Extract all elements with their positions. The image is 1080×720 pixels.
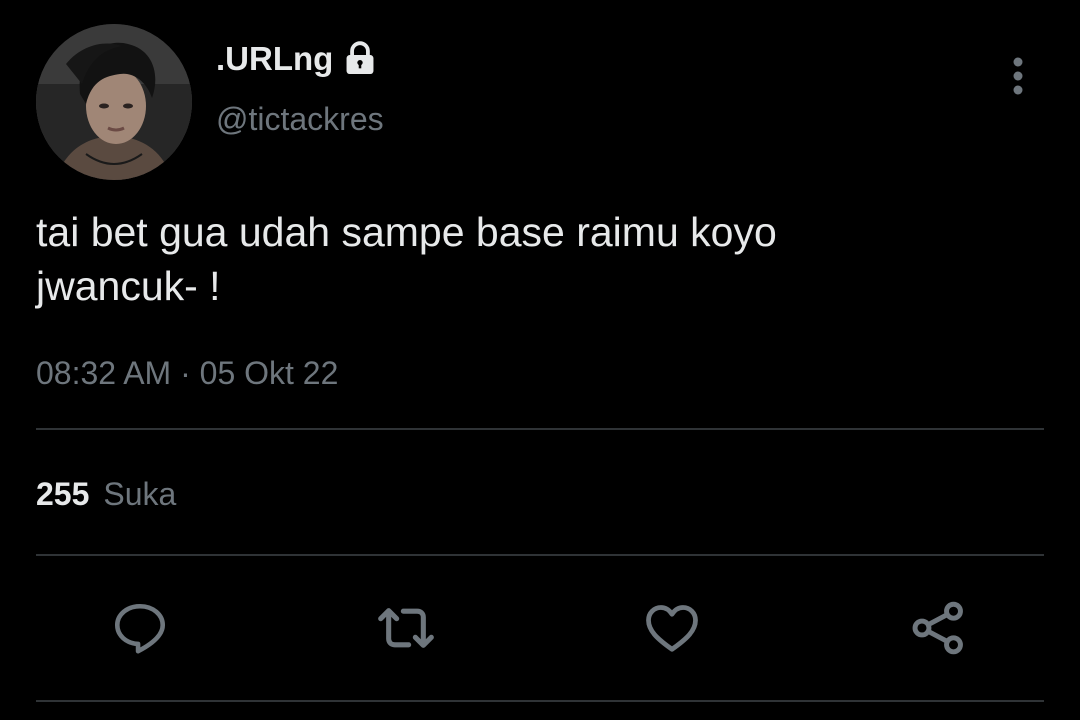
user-handle[interactable]: @tictackres — [216, 101, 384, 138]
divider — [36, 554, 1044, 556]
heart-icon — [646, 605, 698, 652]
share-button[interactable] — [906, 596, 970, 660]
tweet-timestamp[interactable]: 08:32 AM · 05 Okt 22 — [36, 355, 338, 392]
display-name-text: .URLng — [216, 40, 334, 77]
reply-icon — [114, 603, 166, 654]
tweet-text: tai bet gua udah sampe base raimu koyo j… — [36, 209, 777, 309]
retweet-button[interactable] — [374, 596, 438, 660]
like-button[interactable] — [640, 596, 704, 660]
avatar[interactable] — [36, 24, 192, 180]
divider — [36, 428, 1044, 430]
avatar-photo — [36, 24, 192, 180]
lock-icon — [341, 40, 379, 78]
divider — [36, 700, 1044, 702]
more-vertical-icon — [1013, 57, 1023, 95]
more-options-button[interactable] — [996, 52, 1040, 100]
likes-count: 255 — [36, 476, 90, 512]
reply-button[interactable] — [108, 596, 172, 660]
share-icon — [912, 601, 963, 655]
likes-label: Suka — [103, 476, 177, 512]
retweet-icon — [378, 608, 434, 648]
display-name[interactable]: .URLng — [216, 40, 379, 78]
likes-stat[interactable]: 255 Suka — [36, 476, 176, 513]
